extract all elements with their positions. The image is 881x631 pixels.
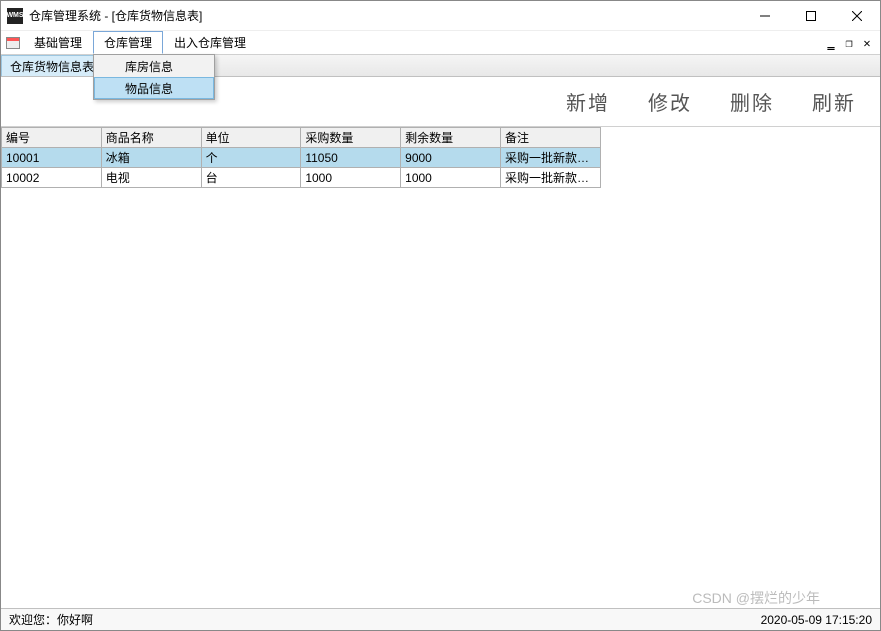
header-row: 编号 商品名称 单位 采购数量 剩余数量 备注 <box>2 128 601 148</box>
col-remain[interactable]: 剩余数量 <box>401 128 501 148</box>
cell-remain[interactable]: 9000 <box>401 148 501 168</box>
col-qty[interactable]: 采购数量 <box>301 128 401 148</box>
cell-name[interactable]: 电视 <box>101 168 201 188</box>
mdi-close-icon[interactable]: ✕ <box>860 36 874 50</box>
add-button[interactable]: 新增 <box>566 87 610 116</box>
mdi-controls: ‗ ❐ ✕ <box>824 31 880 54</box>
status-datetime: 2020-05-09 17:15:20 <box>761 613 872 627</box>
cell-note[interactable]: 采购一批新款… <box>500 168 600 188</box>
table-row[interactable]: 10001 冰箱 个 11050 9000 采购一批新款… <box>2 148 601 168</box>
maximize-button[interactable] <box>788 1 834 31</box>
form-icon <box>3 31 23 54</box>
cell-unit[interactable]: 个 <box>201 148 301 168</box>
cell-name[interactable]: 冰箱 <box>101 148 201 168</box>
menu-dropdown: 库房信息 物品信息 <box>93 54 215 100</box>
status-welcome: 欢迎您：你好啊 <box>9 611 761 628</box>
dropdown-item-warehouse-info[interactable]: 库房信息 <box>94 55 214 77</box>
cell-note[interactable]: 采购一批新款… <box>500 148 600 168</box>
cell-id[interactable]: 10001 <box>2 148 102 168</box>
mdi-minimize-icon[interactable]: ‗ <box>824 36 838 50</box>
col-id[interactable]: 编号 <box>2 128 102 148</box>
window-title: 仓库管理系统 - [仓库货物信息表] <box>29 7 742 24</box>
cell-unit[interactable]: 台 <box>201 168 301 188</box>
col-note[interactable]: 备注 <box>500 128 600 148</box>
dropdown-item-goods-info[interactable]: 物品信息 <box>94 77 214 99</box>
col-name[interactable]: 商品名称 <box>101 128 201 148</box>
menu-basic[interactable]: 基础管理 <box>23 31 93 54</box>
mdi-restore-icon[interactable]: ❐ <box>842 36 856 50</box>
cell-qty[interactable]: 1000 <box>301 168 401 188</box>
col-unit[interactable]: 单位 <box>201 128 301 148</box>
subtab-inventory[interactable]: 仓库货物信息表 <box>1 55 103 76</box>
menu-inout[interactable]: 出入仓库管理 <box>163 31 257 54</box>
titlebar: WMS 仓库管理系统 - [仓库货物信息表] <box>1 1 880 31</box>
close-button[interactable] <box>834 1 880 31</box>
cell-qty[interactable]: 11050 <box>301 148 401 168</box>
table-row[interactable]: 10002 电视 台 1000 1000 采购一批新款… <box>2 168 601 188</box>
delete-button[interactable]: 删除 <box>730 87 774 116</box>
edit-button[interactable]: 修改 <box>648 87 692 116</box>
minimize-button[interactable] <box>742 1 788 31</box>
menu-warehouse[interactable]: 仓库管理 <box>93 31 163 54</box>
refresh-button[interactable]: 刷新 <box>812 87 856 116</box>
cell-remain[interactable]: 1000 <box>401 168 501 188</box>
app-icon: WMS <box>7 8 23 24</box>
watermark: CSDN @摆烂的少年 <box>692 588 820 608</box>
cell-id[interactable]: 10002 <box>2 168 102 188</box>
menubar: 基础管理 仓库管理 出入仓库管理 ‗ ❐ ✕ 库房信息 物品信息 <box>1 31 880 55</box>
data-grid[interactable]: 编号 商品名称 单位 采购数量 剩余数量 备注 10001 冰箱 个 11050… <box>1 127 601 188</box>
statusbar: 欢迎您：你好啊 2020-05-09 17:15:20 <box>1 608 880 630</box>
